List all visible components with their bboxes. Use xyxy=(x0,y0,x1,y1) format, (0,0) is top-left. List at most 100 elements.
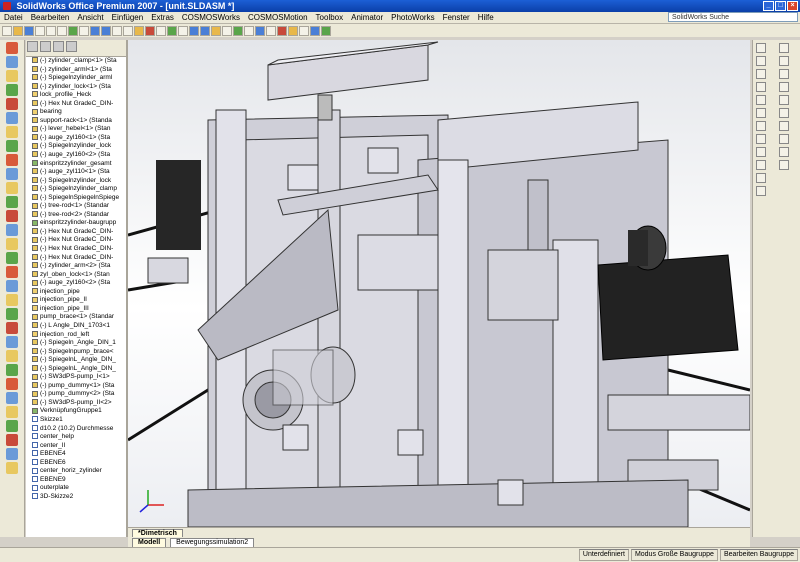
mate-icon[interactable] xyxy=(145,25,155,36)
toolbox-icon[interactable] xyxy=(299,25,309,36)
property-manager-tab[interactable] xyxy=(40,41,51,52)
tree-item[interactable]: (-) auge_zyl160<2> (Sta xyxy=(26,279,126,288)
simulation-icon[interactable] xyxy=(6,378,18,390)
tree-item[interactable]: (-) Hex Nut GradeC_DIN- xyxy=(26,228,126,237)
tree-item[interactable]: (-) Spiegelnzylinder_lock xyxy=(26,142,126,151)
mass-properties-icon[interactable] xyxy=(266,25,276,36)
tree-item[interactable]: injection_rod_left xyxy=(26,331,126,340)
undo-icon[interactable] xyxy=(46,25,56,36)
tree-item[interactable]: outerplate xyxy=(26,484,126,493)
menu-tools[interactable]: Extras xyxy=(147,13,178,22)
tree-item[interactable]: (-) lever_hebel<1> (Stan xyxy=(26,125,126,134)
tree-item[interactable]: 3D-Skizze2 xyxy=(26,493,126,502)
menu-cosmosmotion[interactable]: COSMOSMotion xyxy=(244,13,312,22)
tab-motion-study[interactable]: Bewegungssimulation2 xyxy=(170,537,255,547)
view-icon[interactable] xyxy=(6,420,18,432)
select-icon[interactable] xyxy=(79,25,89,36)
tree-item[interactable]: pump_brace<1> (Standar xyxy=(26,313,126,322)
menu-toolbox[interactable]: Toolbox xyxy=(312,13,348,22)
zoom-fit-icon[interactable] xyxy=(101,25,111,36)
tree-item[interactable]: EBENE4 xyxy=(26,450,126,459)
tree-item[interactable]: (-) Spiegelnzylinder_arml xyxy=(26,74,126,83)
tree-item[interactable]: (-) auge_zyl160<2> (Sta xyxy=(26,151,126,160)
rectangle-icon[interactable] xyxy=(756,56,766,66)
tree-item[interactable]: bearing xyxy=(26,108,126,117)
sheet-metal-icon[interactable] xyxy=(6,196,18,208)
fillet-sketch-icon[interactable] xyxy=(779,95,789,105)
tree-item[interactable]: center_horiz_zylinder xyxy=(26,467,126,476)
fillet-icon[interactable] xyxy=(6,98,18,110)
point-icon[interactable] xyxy=(756,108,766,118)
tree-item[interactable]: (-) SpiegelnL_Angle_DIN_ xyxy=(26,365,126,374)
assembly-icon[interactable] xyxy=(6,434,18,446)
rotate-icon[interactable] xyxy=(123,25,133,36)
extrude-icon[interactable] xyxy=(6,70,18,82)
new-icon[interactable] xyxy=(2,25,12,36)
menu-window[interactable]: Fenster xyxy=(439,13,474,22)
tree-item[interactable]: (-) Hex Nut GradeC_DIN- xyxy=(26,236,126,245)
reference-geometry-icon[interactable] xyxy=(6,168,18,180)
menu-help[interactable]: Hilfe xyxy=(474,13,498,22)
shaded-icon[interactable] xyxy=(189,25,199,36)
add-relation-icon[interactable] xyxy=(779,56,789,66)
minimize-button[interactable]: _ xyxy=(763,1,774,11)
tree-item[interactable]: (-) zylinder_lock<1> (Sta xyxy=(26,83,126,92)
options-icon[interactable] xyxy=(310,25,320,36)
text-icon[interactable] xyxy=(756,134,766,144)
ellipse-icon[interactable] xyxy=(779,134,789,144)
menu-file[interactable]: Datei xyxy=(0,13,27,22)
layers-icon[interactable] xyxy=(6,294,18,306)
wireframe-icon[interactable] xyxy=(200,25,210,36)
annotations-icon[interactable] xyxy=(6,266,18,278)
tree-item[interactable]: (-) SpiegelnL_Angle_DIN_ xyxy=(26,356,126,365)
photoworks-icon[interactable] xyxy=(277,25,287,36)
section-view-icon[interactable] xyxy=(178,25,188,36)
tree-item[interactable]: (-) zylinder_arm<2> (Sta xyxy=(26,262,126,271)
tree-item[interactable]: injection_pipe_III xyxy=(26,305,126,314)
open-icon[interactable] xyxy=(13,25,23,36)
tree-item[interactable]: VerknüpfungGruppe1 xyxy=(26,407,126,416)
view-orientation-icon[interactable] xyxy=(90,25,100,36)
centerline-icon[interactable] xyxy=(756,121,766,131)
lights-icon[interactable] xyxy=(211,25,221,36)
maximize-button[interactable]: □ xyxy=(775,1,786,11)
explode-icon[interactable] xyxy=(233,25,243,36)
tree-item[interactable]: (-) auge_zyl160<1> (Sta xyxy=(26,134,126,143)
tree-item[interactable]: (-) SW3dPS-pump_I<1> xyxy=(26,373,126,382)
construction-geometry-icon[interactable] xyxy=(779,160,789,170)
tree-item[interactable]: injection_pipe xyxy=(26,288,126,297)
dimensions-icon[interactable] xyxy=(6,252,18,264)
circle-icon[interactable] xyxy=(756,69,766,79)
selection-filter-icon[interactable] xyxy=(6,462,18,474)
motion-icon[interactable] xyxy=(6,392,18,404)
print-icon[interactable] xyxy=(35,25,45,36)
menu-edit[interactable]: Bearbeiten xyxy=(27,13,74,22)
tree-item[interactable]: einspritzzylinder_gesamt xyxy=(26,160,126,169)
save-icon[interactable] xyxy=(24,25,34,36)
tree-item[interactable]: (-) Spiegeln_Angle_DIN_1 xyxy=(26,339,126,348)
zoom-area-icon[interactable] xyxy=(112,25,122,36)
tree-item[interactable]: (-) pump_dummy<1> (Sta xyxy=(26,382,126,391)
animator-icon[interactable] xyxy=(288,25,298,36)
blocks-icon[interactable] xyxy=(6,308,18,320)
drawing-icon[interactable] xyxy=(6,280,18,292)
smart-dimension-icon[interactable] xyxy=(779,43,789,53)
extend-icon[interactable] xyxy=(756,160,766,170)
tree-item[interactable]: support-rack<1> (Standa xyxy=(26,117,126,126)
tree-item[interactable]: d10.2 (10.2) Durchmesse xyxy=(26,425,126,434)
insert-component-icon[interactable] xyxy=(134,25,144,36)
tree-item[interactable]: (-) auge_zyl110<1> (Sta xyxy=(26,168,126,177)
tree-item[interactable]: EBENE6 xyxy=(26,459,126,468)
pattern-icon[interactable] xyxy=(6,140,18,152)
tree-item[interactable]: (-) L Angle_DIN_1703<1 xyxy=(26,322,126,331)
help-icon[interactable] xyxy=(321,25,331,36)
menu-view[interactable]: Ansicht xyxy=(73,13,107,22)
search-input[interactable]: SolidWorks Suche xyxy=(668,12,798,22)
tree-item[interactable]: lock_profile_Heck xyxy=(26,91,126,100)
arc-icon[interactable] xyxy=(756,82,766,92)
tables-icon[interactable] xyxy=(6,350,18,362)
spline-icon[interactable] xyxy=(756,95,766,105)
parabola-icon[interactable] xyxy=(779,147,789,157)
move-component-icon[interactable] xyxy=(156,25,166,36)
tree-item[interactable]: (-) SW3dPS-pump_II<2> xyxy=(26,399,126,408)
